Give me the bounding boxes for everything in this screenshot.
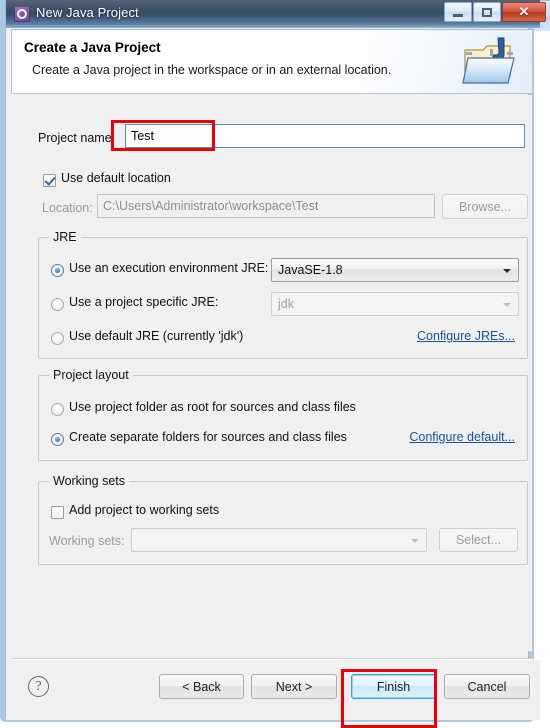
execution-environment-value: JavaSE-1.8	[278, 263, 343, 277]
chevron-down-icon	[503, 303, 511, 307]
location-label: Location:	[42, 201, 93, 215]
radio-use-project-specific-jre[interactable]	[51, 298, 64, 311]
chevron-down-icon	[503, 269, 511, 273]
execution-environment-combo[interactable]: JavaSE-1.8	[271, 258, 519, 282]
add-project-to-working-sets-label: Add project to working sets	[69, 503, 220, 517]
close-button[interactable]: ✕	[502, 2, 546, 22]
radio-create-separate-folders-label: Create separate folders for sources and …	[69, 430, 347, 444]
dialog-header: Create a Java Project Create a Java proj…	[11, 29, 533, 94]
project-name-label: Project name:	[38, 131, 116, 145]
help-icon[interactable]: ?	[28, 676, 49, 697]
radio-create-separate-folders[interactable]	[51, 433, 64, 446]
page-title: Create a Java Project	[24, 40, 161, 55]
dialog-content: Project name: Use default location Locat…	[12, 95, 532, 651]
radio-use-execution-environment-jre-label: Use an execution environment JRE:	[69, 261, 269, 275]
project-specific-jre-value: jdk	[278, 297, 294, 311]
radio-use-project-folder-as-root[interactable]	[51, 403, 64, 416]
back-button[interactable]: < Back	[159, 674, 244, 699]
working-sets-label: Working sets:	[49, 534, 125, 548]
configure-default-link[interactable]: Configure default...	[409, 430, 515, 444]
gear-icon	[14, 6, 30, 22]
radio-use-execution-environment-jre[interactable]	[51, 264, 64, 277]
project-layout-group: Project layout Use project folder as roo…	[38, 368, 528, 461]
chevron-down-icon	[411, 539, 419, 543]
window-controls: ✕	[444, 2, 546, 22]
working-sets-group: Working sets Add project to working sets…	[38, 474, 528, 565]
project-specific-jre-combo[interactable]: jdk	[271, 292, 519, 316]
use-default-location-label: Use default location	[61, 171, 171, 185]
configure-jres-link[interactable]: Configure JREs...	[417, 329, 515, 343]
jre-group-title: JRE	[49, 230, 81, 244]
new-java-project-dialog: New Java Project Create a Java Project C…	[0, 0, 540, 722]
radio-use-default-jre[interactable]	[51, 332, 64, 345]
finish-button[interactable]: Finish	[351, 674, 436, 699]
dialog-inner: New Java Project Create a Java Project C…	[5, 0, 540, 720]
maximize-button[interactable]	[473, 2, 501, 22]
minimize-button[interactable]	[444, 2, 472, 22]
project-layout-group-title: Project layout	[49, 368, 133, 382]
cancel-button[interactable]: Cancel	[444, 674, 530, 699]
add-project-to-working-sets-checkbox[interactable]	[51, 506, 64, 519]
working-sets-group-title: Working sets	[49, 474, 130, 488]
maximize-icon	[482, 7, 492, 17]
select-working-sets-button[interactable]: Select...	[439, 528, 518, 552]
location-input[interactable]	[97, 194, 435, 218]
page-description: Create a Java project in the workspace o…	[32, 63, 392, 77]
dialog-title: New Java Project	[36, 5, 139, 20]
jre-group: JRE Use an execution environment JRE: Ja…	[38, 230, 528, 359]
radio-use-project-specific-jre-label: Use a project specific JRE:	[69, 295, 219, 309]
browse-button[interactable]: Browse...	[442, 194, 528, 219]
next-button[interactable]: Next >	[251, 674, 337, 699]
java-project-folder-icon	[462, 37, 515, 84]
radio-use-default-jre-label: Use default JRE (currently 'jdk')	[69, 329, 244, 343]
minimize-icon	[453, 14, 463, 17]
radio-use-project-folder-as-root-label: Use project folder as root for sources a…	[69, 400, 356, 414]
working-sets-combo[interactable]	[131, 528, 427, 552]
dialog-footer: ? < Back Next > Finish Cancel	[6, 660, 540, 720]
project-name-input[interactable]	[125, 124, 525, 148]
use-default-location-checkbox[interactable]	[43, 174, 56, 187]
